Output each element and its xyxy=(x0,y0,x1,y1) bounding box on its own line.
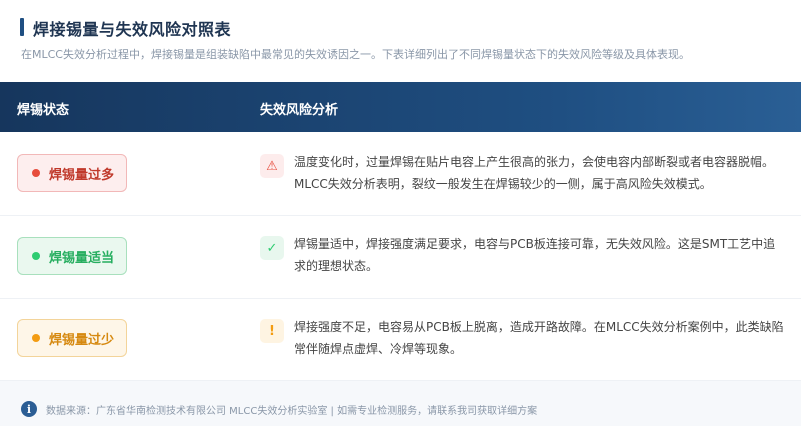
status-label: 焊锡量过多 xyxy=(49,167,115,183)
column-header-analysis: 失效风险分析 xyxy=(260,103,339,118)
status-dot xyxy=(32,252,40,260)
status-badge-proper: 焊锡量适当 xyxy=(17,237,127,275)
exclamation-icon: ! xyxy=(260,319,284,343)
warning-icon: ⚠ xyxy=(260,154,284,178)
status-dot xyxy=(32,169,40,177)
check-icon: ✓ xyxy=(260,236,284,260)
status-dot xyxy=(32,334,40,342)
risk-analysis-text: 焊接强度不足，电容易从PCB板上脱离，造成开路故障。在MLCC失效分析案例中，此… xyxy=(294,320,784,356)
table-row: 焊锡量过多 ⚠ 温度变化时，过量焊锡在贴片电容上产生很高的张力，会使电容内部断裂… xyxy=(0,132,801,216)
status-badge-excess: 焊锡量过多 xyxy=(17,154,127,192)
page-subtitle: 在MLCC失效分析过程中，焊接锡量是组装缺陷中最常见的失效诱因之一。下表详细列出… xyxy=(21,48,690,61)
footer: i 数据来源：广东省华南检测技术有限公司 MLCC失效分析实验室 | 如需专业检… xyxy=(0,381,801,426)
table-row: 焊锡量适当 ✓ 焊锡量适中，焊接强度满足要求，电容与PCB板连接可靠，无失效风险… xyxy=(0,216,801,299)
status-label: 焊锡量过少 xyxy=(49,332,115,348)
info-icon: i xyxy=(21,401,37,417)
header: 焊接锡量与失效风险对照表 在MLCC失效分析过程中，焊接锡量是组装缺陷中最常见的… xyxy=(0,0,801,82)
title-accent-bar xyxy=(20,18,24,36)
data-source-note: 数据来源：广东省华南检测技术有限公司 MLCC失效分析实验室 | 如需专业检测服… xyxy=(46,406,538,417)
page-title: 焊接锡量与失效风险对照表 xyxy=(33,20,232,39)
table-header: 焊锡状态 失效风险分析 xyxy=(0,82,801,132)
table-row: 焊锡量过少 ! 焊接强度不足，电容易从PCB板上脱离，造成开路故障。在MLCC失… xyxy=(0,299,801,381)
status-badge-insufficient: 焊锡量过少 xyxy=(17,319,127,357)
status-label: 焊锡量适当 xyxy=(49,250,115,266)
risk-analysis-text: 温度变化时，过量焊锡在贴片电容上产生很高的张力，会使电容内部断裂或者电容器脱帽。… xyxy=(294,155,775,191)
risk-analysis-text: 焊锡量适中，焊接强度满足要求，电容与PCB板连接可靠，无失效风险。这是SMT工艺… xyxy=(294,237,776,273)
column-header-status: 焊锡状态 xyxy=(17,103,70,118)
